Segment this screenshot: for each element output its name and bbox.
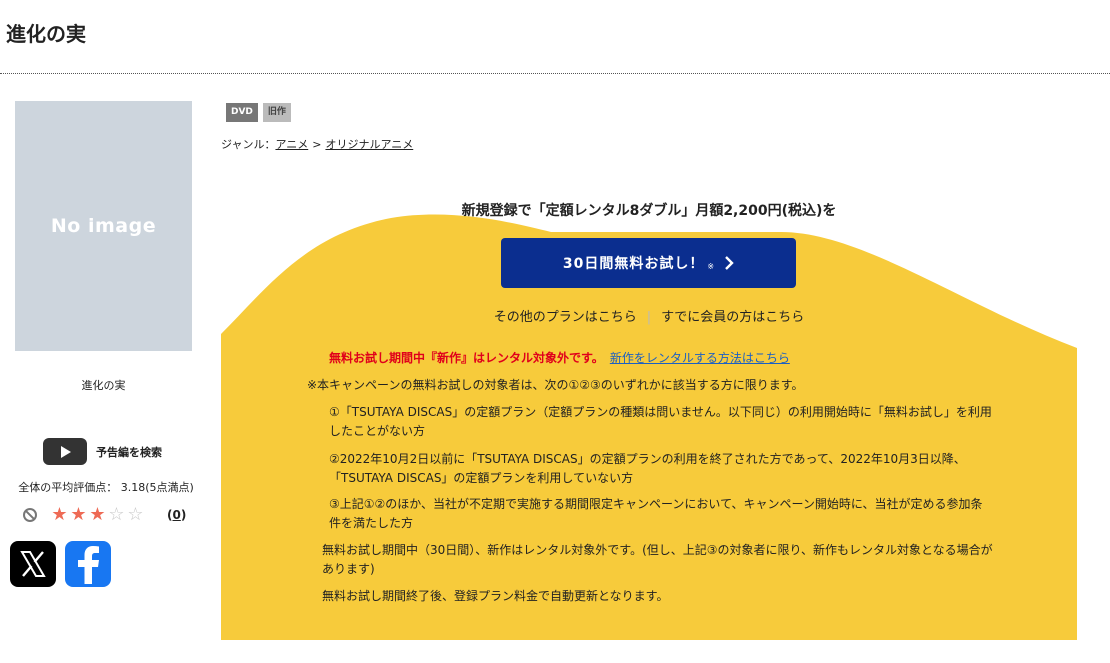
share-facebook-button[interactable] bbox=[65, 541, 111, 587]
genre-breadcrumb: ジャンル：アニメ > オリジナルアニメ bbox=[221, 136, 413, 152]
new-release-notice-text: 無料お試し期間中『新作』はレンタル対象外です。 bbox=[329, 351, 604, 365]
item-name: 進化の実 bbox=[81, 379, 126, 392]
star-empty-icon: ☆ bbox=[108, 504, 125, 525]
campaign-note-1: ①「TSUTAYA DISCAS」の定額プラン（定額プランの種類は問いません。以… bbox=[329, 405, 992, 438]
chevron-right-icon bbox=[725, 256, 734, 270]
free-trial-button[interactable]: 30日間無料お試し！ ※ bbox=[501, 238, 796, 288]
new-release-rental-link[interactable]: 新作をレンタルする方法はこちら bbox=[610, 351, 790, 365]
plan-links: その他のプランはこちら | すでに会員の方はこちら bbox=[221, 306, 1077, 325]
badge-old-release: 旧作 bbox=[262, 103, 291, 122]
trailer-search-label: 予告編を検索 bbox=[96, 445, 162, 459]
rating-row: ★ ★ ★ ☆ ☆ (0) bbox=[22, 505, 194, 525]
cover-image-placeholder: No image bbox=[15, 101, 192, 351]
badge-dvd: DVD bbox=[226, 103, 258, 122]
ban-icon[interactable] bbox=[22, 507, 38, 523]
campaign-note-3: ③上記①②のほか、当社が不定期で実施する期間限定キャンペーンにおいて、キャンペー… bbox=[329, 497, 983, 530]
other-plans-link[interactable]: その他のプランはこちら bbox=[494, 310, 637, 325]
no-image-text: No image bbox=[50, 215, 157, 237]
campaign-note-auto-renew: 無料お試し期間終了後、登録プラン料金で自動更新となります。 bbox=[322, 589, 669, 603]
star-empty-icon: ☆ bbox=[127, 504, 144, 525]
genre-link-original-anime[interactable]: オリジナルアニメ bbox=[325, 138, 413, 151]
star-filled-icon: ★ bbox=[51, 504, 68, 525]
review-count-link[interactable]: 0 bbox=[172, 508, 180, 522]
facebook-logo-icon bbox=[78, 546, 99, 584]
rating-stars: ★ ★ ★ ☆ ☆ bbox=[50, 506, 145, 524]
new-release-notice: 無料お試し期間中『新作』はレンタル対象外です。 新作をレンタルする方法はこちら bbox=[329, 349, 790, 366]
trailer-search-button[interactable]: 予告編を検索 bbox=[43, 438, 162, 465]
genre-prefix: ジャンル： bbox=[221, 138, 276, 151]
x-logo-icon bbox=[20, 551, 46, 577]
share-x-button[interactable] bbox=[10, 541, 56, 587]
genre-separator: > bbox=[312, 138, 322, 151]
youtube-play-icon bbox=[43, 438, 87, 465]
free-trial-label: 30日間無料お試し！ bbox=[562, 256, 705, 272]
campaign-note-intro: ※本キャンペーンの無料お試しの対象者は、次の①②③のいずれかに該当する方に限りま… bbox=[307, 378, 804, 392]
plan-links-divider: | bbox=[646, 310, 652, 325]
page-title: 進化の実 bbox=[6, 22, 86, 46]
campaign-note-2: ②2022年10月2日以前に「TSUTAYA DISCAS」の定額プランの利用を… bbox=[329, 452, 966, 485]
average-rating-text: 全体の平均評価点： 3.18(5点満点) bbox=[18, 481, 194, 494]
title-divider bbox=[0, 73, 1110, 74]
campaign-note-trial-period: 無料お試し期間中（30日間）、新作はレンタル対象外です。(但し、上記③の対象者に… bbox=[322, 543, 993, 576]
format-badges: DVD 旧作 bbox=[226, 103, 296, 122]
review-count: (0) bbox=[167, 508, 187, 522]
star-filled-icon: ★ bbox=[89, 504, 106, 525]
promo-headline: 新規登録で「定額レンタル8ダブル」月額2,200円(税込)を bbox=[461, 203, 837, 219]
member-login-link[interactable]: すでに会員の方はこちら bbox=[661, 310, 804, 325]
genre-link-anime[interactable]: アニメ bbox=[275, 138, 308, 151]
star-filled-icon: ★ bbox=[70, 504, 87, 525]
free-trial-note-mark: ※ bbox=[707, 261, 715, 271]
